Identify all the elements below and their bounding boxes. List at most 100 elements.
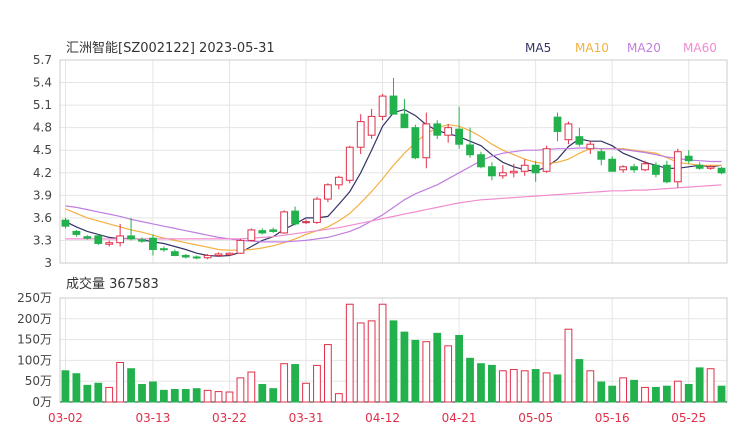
date-tick-label: 04-12 — [365, 411, 400, 425]
volume-bar-up — [203, 389, 212, 403]
candle-body-down — [170, 251, 179, 256]
volume-title: 成交量 367583 — [66, 276, 159, 292]
volume-bar-up — [324, 344, 332, 403]
candle-body-down — [466, 144, 474, 156]
volume-bar-down — [684, 384, 693, 403]
volume-tick-label: 100万 — [17, 353, 52, 367]
legend-ma20: MA20 — [627, 41, 661, 55]
legend-ma5: MA5 — [525, 41, 551, 55]
volume-bar-down — [400, 331, 409, 403]
volume-bar-down — [630, 379, 638, 403]
candle-body-down — [433, 123, 442, 136]
candle-body-up — [367, 115, 376, 136]
price-tick-label: 4.2 — [33, 166, 52, 180]
volume-bar-up — [564, 328, 573, 403]
volume-bar-down — [597, 381, 606, 403]
candle-body-down — [717, 167, 726, 174]
volume-bar-up — [520, 370, 529, 403]
date-tick-label: 03-31 — [289, 411, 324, 425]
candle-body-up — [586, 143, 595, 150]
volume-bar-down — [258, 384, 267, 403]
candle-body-up — [334, 176, 343, 186]
volume-bar-up — [619, 377, 628, 403]
candle-body-up — [673, 151, 682, 183]
volume-bar-up — [641, 386, 649, 403]
price-tick-label: 4.8 — [33, 121, 52, 135]
candle-body-down — [127, 235, 135, 240]
volume-bar-down — [170, 389, 179, 403]
ma-line-ma10 — [65, 124, 722, 251]
legend-ma60: MA60 — [683, 41, 717, 55]
moving-average-layer — [65, 108, 722, 257]
candle-body-down — [291, 210, 299, 225]
candle-body-up — [498, 172, 507, 177]
price-tick-label: 5.7 — [33, 53, 52, 67]
candle-body-down — [269, 229, 278, 232]
candle-body-down — [695, 164, 704, 169]
price-tick-label: 3 — [44, 256, 52, 270]
candle-body-up — [324, 184, 332, 200]
volume-bar-up — [367, 320, 376, 403]
candle-body-down — [61, 219, 70, 227]
volume-bar-down — [411, 339, 420, 403]
candle-body-down — [258, 230, 267, 234]
candle-body-down — [575, 136, 584, 145]
candle-body-up — [422, 123, 431, 159]
candle-body-up — [356, 121, 365, 148]
candle-body-down — [138, 239, 146, 242]
date-tick-label: 05-05 — [518, 411, 553, 425]
date-tick-label: 05-16 — [595, 411, 630, 425]
volume-bar-down — [159, 389, 168, 403]
volume-bar-up — [542, 372, 551, 403]
volume-bar-up — [444, 345, 453, 403]
chart-title: 汇洲智能[SZ002122] 2023-05-31 — [66, 41, 275, 56]
candle-body-up — [203, 254, 212, 259]
volume-bar-down — [695, 367, 704, 403]
candle-body-down — [94, 235, 103, 244]
volume-bar-down — [72, 373, 81, 403]
candle-body-up — [641, 163, 649, 171]
volume-bar-up — [378, 303, 387, 403]
chart-stage: 5.7 5.4 5.1 4.8 4.5 4.2 3.9 3.6 3.3 3 250万 200万 150万… — [0, 0, 740, 440]
volume-bar-down — [652, 386, 660, 403]
volume-tick-label: 0万 — [32, 395, 52, 409]
volume-bar-down — [575, 359, 584, 403]
ma-line-ma60 — [65, 184, 722, 240]
candle-body-up — [444, 127, 453, 136]
volume-bar-down — [127, 368, 135, 403]
candle-body-down — [630, 166, 638, 171]
candle-body-down — [181, 254, 190, 258]
volume-bar-up — [345, 303, 354, 403]
volume-bar-down — [477, 363, 485, 403]
volume-bar-up — [334, 393, 343, 403]
ma-line-ma5 — [65, 108, 722, 257]
candle-body-up — [509, 170, 518, 174]
volume-bar-down — [138, 384, 146, 403]
volume-bar-down — [181, 389, 190, 403]
volume-bar-down — [553, 374, 562, 403]
candle-body-up — [706, 166, 715, 169]
volume-bar-up — [214, 391, 223, 403]
volume-bar-down — [488, 364, 496, 403]
candle-body-down — [553, 116, 562, 132]
volume-bar-up — [116, 361, 125, 403]
candle-body-down — [83, 236, 92, 239]
legend: MA5 MA10 MA20 MA60 — [525, 41, 717, 55]
volume-tick-label: 250万 — [17, 291, 52, 305]
price-tick-label: 5.1 — [33, 98, 52, 112]
price-tick-label: 3.6 — [33, 211, 52, 225]
volume-bar-down — [149, 381, 157, 403]
candle-body-down — [608, 158, 617, 172]
price-tick-label: 3.9 — [33, 188, 52, 202]
candle-body-down — [192, 256, 201, 259]
volume-tick-label: 50万 — [25, 374, 52, 388]
volume-bar-up — [422, 341, 431, 403]
stock-chart-svg: 5.7 5.4 5.1 4.8 4.5 4.2 3.9 3.6 3.3 3 250万 200万 150万… — [17, 41, 728, 425]
volume-bar-up — [498, 370, 507, 403]
date-tick-label: 04-21 — [442, 411, 477, 425]
volume-tick-label: 200万 — [17, 312, 52, 326]
volume-bar-down — [389, 320, 398, 403]
date-tick-label: 03-02 — [48, 411, 83, 425]
candle-body-up — [280, 211, 289, 234]
volume-bar-down — [531, 369, 540, 403]
